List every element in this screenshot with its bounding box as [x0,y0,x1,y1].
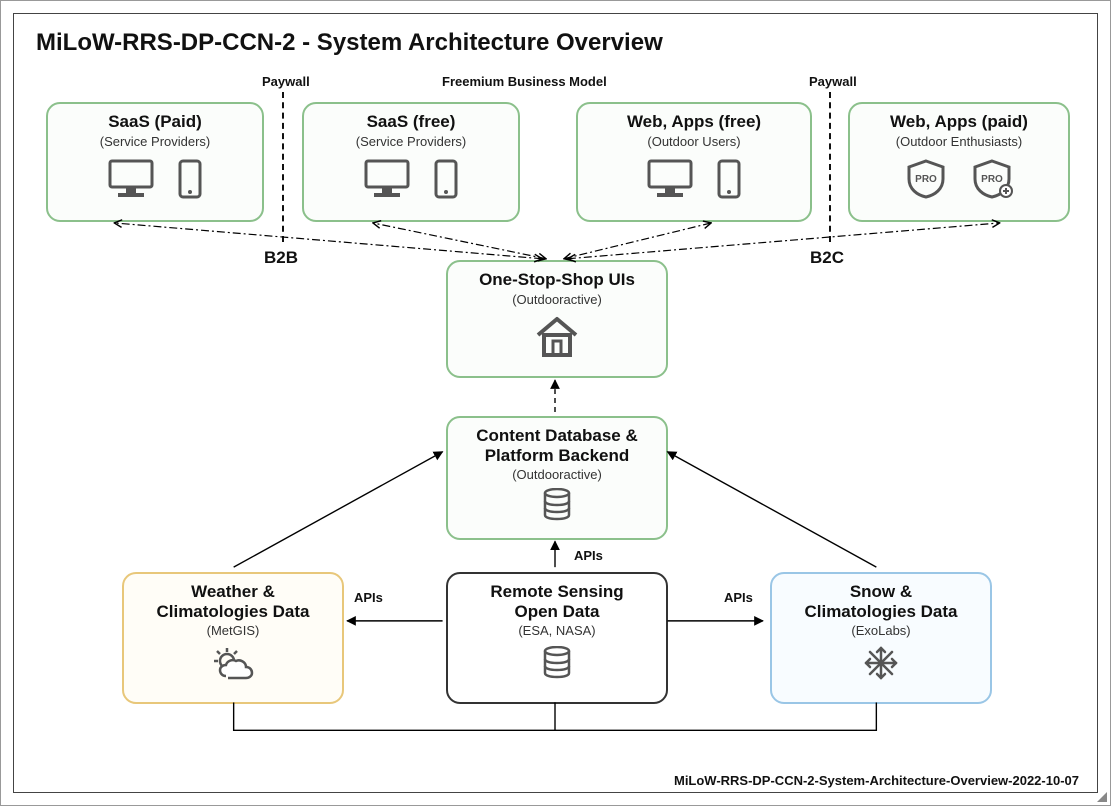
saas-paid-icons [48,159,262,199]
backend-title: Content Database & Platform Backend [448,426,666,465]
web-paid-sub: (Outdoor Enthusiasts) [850,134,1068,149]
database-icon [542,646,572,680]
resize-grip-icon [1097,792,1107,802]
monitor-icon [364,159,410,199]
saas-paid-title: SaaS (Paid) [48,112,262,132]
database-icon [542,488,572,522]
footer-label: MiLoW-RRS-DP-CCN-2-System-Architecture-O… [674,773,1079,788]
pro-plus-shield-icon: PRO [971,159,1013,199]
weather-sub: (MetGIS) [124,623,342,638]
oss-box: One-Stop-Shop UIs (Outdooractive) [446,260,668,378]
paywall-right-label: Paywall [809,74,857,89]
web-paid-box: Web, Apps (paid) (Outdoor Enthusiasts) P… [848,102,1070,222]
web-paid-icons: PRO PRO [850,159,1068,199]
connector-oss-web-free [564,223,711,259]
connector-oss-saas-paid [114,223,542,259]
oss-title: One-Stop-Shop UIs [448,270,666,290]
home-icon [534,315,580,359]
web-free-box: Web, Apps (free) (Outdoor Users) [576,102,812,222]
monitor-icon [108,159,154,199]
svg-text:PRO: PRO [915,174,937,185]
weather-box: Weather & Climatologies Data (MetGIS) [122,572,344,704]
b2c-label: B2C [810,248,844,268]
saas-free-sub: (Service Providers) [304,134,518,149]
web-paid-title: Web, Apps (paid) [850,112,1068,132]
snowflake-icon [864,646,898,680]
backend-box: Content Database & Platform Backend (Out… [446,416,668,540]
web-free-icons [578,159,810,199]
web-free-sub: (Outdoor Users) [578,134,810,149]
snow-box: Snow & Climatologies Data (ExoLabs) [770,572,992,704]
b2b-label: B2B [264,248,298,268]
sun-cloud-icon [210,646,256,684]
snow-sub: (ExoLabs) [772,623,990,638]
paywall-right-divider [829,92,831,242]
diagram-page: MiLoW-RRS-DP-CCN-2 - System Architecture… [0,0,1111,806]
connector-snow-backend [667,452,876,567]
pro-shield-icon: PRO [905,159,947,199]
svg-text:PRO: PRO [981,174,1003,185]
remote-sub: (ESA, NASA) [448,623,666,638]
oss-sub: (Outdooractive) [448,292,666,307]
saas-free-icons [304,159,518,199]
phone-icon [434,159,458,199]
paywall-left-divider [282,92,284,242]
backend-sub: (Outdooractive) [448,467,666,482]
phone-icon [717,159,741,199]
phone-icon [178,159,202,199]
api-top-label: APIs [574,548,603,563]
diagram-frame: MiLoW-RRS-DP-CCN-2 - System Architecture… [13,13,1098,793]
saas-free-box: SaaS (free) (Service Providers) [302,102,520,222]
api-left-label: APIs [354,590,383,605]
saas-free-title: SaaS (free) [304,112,518,132]
remote-title: Remote Sensing Open Data [448,582,666,621]
paywall-left-label: Paywall [262,74,310,89]
connector-oss-saas-free [373,223,546,259]
page-title: MiLoW-RRS-DP-CCN-2 - System Architecture… [36,29,663,57]
connector-weather-backend [234,452,443,567]
snow-title: Snow & Climatologies Data [772,582,990,621]
api-right-label: APIs [724,590,753,605]
saas-paid-box: SaaS (Paid) (Service Providers) [46,102,264,222]
freemium-label: Freemium Business Model [442,74,607,89]
saas-paid-sub: (Service Providers) [48,134,262,149]
remote-box: Remote Sensing Open Data (ESA, NASA) [446,572,668,704]
connector-oss-web-paid [568,223,1000,259]
connector-bottom-u [234,702,877,730]
weather-title: Weather & Climatologies Data [124,582,342,621]
web-free-title: Web, Apps (free) [578,112,810,132]
monitor-icon [647,159,693,199]
